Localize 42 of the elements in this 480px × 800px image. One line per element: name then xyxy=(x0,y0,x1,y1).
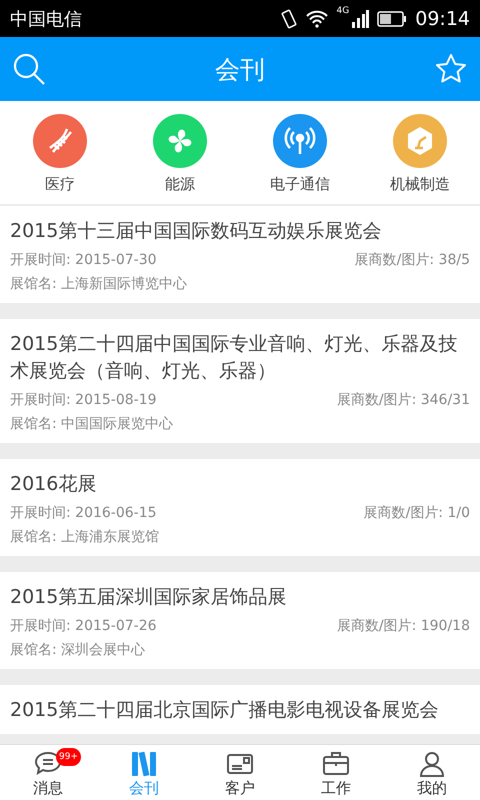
exhibition-title: 2015第二十四届北京国际广播电影电视设备展览会 xyxy=(10,698,440,723)
battery-icon xyxy=(377,10,408,26)
tab-item[interactable]: 工作 xyxy=(288,745,384,800)
carrier-name: 中国电信 xyxy=(10,8,83,30)
books-icon xyxy=(129,749,159,779)
signal-icon xyxy=(351,10,370,28)
tab-item[interactable]: 客户 xyxy=(192,745,288,800)
exhibitor-count: 展商数/图片: 190/18 xyxy=(336,617,470,635)
tab-item[interactable]: 消息 99+ xyxy=(0,745,96,800)
exhibition-card[interactable]: 2015第十三届中国国际数码互动娱乐展览会 开展时间: 2015-07-30 展商数/图片: 38/5 展馆名: 上海新国际博览中心 xyxy=(0,206,480,303)
category-button[interactable]: 能源 xyxy=(120,114,240,194)
venue-name: 展馆名: 深圳会展中心 xyxy=(10,641,146,659)
category-button[interactable]: 电子通信 xyxy=(240,114,360,194)
unread-badge: 99+ xyxy=(56,748,81,766)
exhibitor-count: 展商数/图片: 38/5 xyxy=(354,251,470,269)
exhibitor-count: 展商数/图片: 346/31 xyxy=(336,391,470,409)
tab-item[interactable]: 我的 xyxy=(384,745,480,800)
exhibition-date: 开展时间: 2016-06-15 xyxy=(10,504,157,522)
exhibition-title: 2016花展 xyxy=(10,472,98,497)
exhibition-title: 2015第十三届中国国际数码互动娱乐展览会 xyxy=(10,219,382,244)
exhibition-date: 开展时间: 2015-07-30 xyxy=(10,251,157,269)
exhibition-title: 2015第五届深圳国际家居饰品展 xyxy=(10,585,288,610)
category-button[interactable]: 机械制造 xyxy=(360,114,480,194)
exhibitor-count: 展商数/图片: 1/0 xyxy=(364,504,470,522)
exhibition-title: 2015第二十四届中国国际专业音响、灯光、乐器及技术展览会（音响、灯光、乐器） xyxy=(10,332,458,384)
venue-name: 展馆名: 中国国际展览中心 xyxy=(10,415,174,433)
exhibition-card[interactable]: 2016花展 开展时间: 2016-06-15 展商数/图片: 1/0 展馆名: 上海浦东展览馆 xyxy=(0,459,480,556)
wifi-icon xyxy=(304,10,329,28)
vibrate-icon xyxy=(280,8,297,28)
page-title: 会刊 xyxy=(215,54,265,86)
venue-name: 展馆名: 上海新国际博览中心 xyxy=(10,275,188,293)
exhibition-date: 开展时间: 2015-07-26 xyxy=(10,617,157,635)
exhibition-card[interactable]: 2015第五届深圳国际家居饰品展 开展时间: 2015-07-26 展商数/图片: 190/18 展馆名: 深圳会展中心 xyxy=(0,572,480,669)
person-icon xyxy=(417,749,447,779)
venue-name: 展馆名: 上海浦东展览馆 xyxy=(10,528,160,546)
exhibition-card[interactable]: 2015第二十四届北京国际广播电影电视设备展览会 xyxy=(0,685,480,734)
clock-time: 09:14 xyxy=(415,8,470,30)
search-icon[interactable] xyxy=(12,52,46,86)
network-type: 4G xyxy=(336,6,350,16)
exhibition-card[interactable]: 2015第二十四届中国国际专业音响、灯光、乐器及技术展览会（音响、灯光、乐器） 开展时间: 2015-08-19 展商数/图片: 346/31 展馆名: 中国国际展览中心 xyxy=(0,319,480,443)
category-button[interactable]: 医疗 xyxy=(0,114,120,194)
exhibition-date: 开展时间: 2015-08-19 xyxy=(10,391,157,409)
